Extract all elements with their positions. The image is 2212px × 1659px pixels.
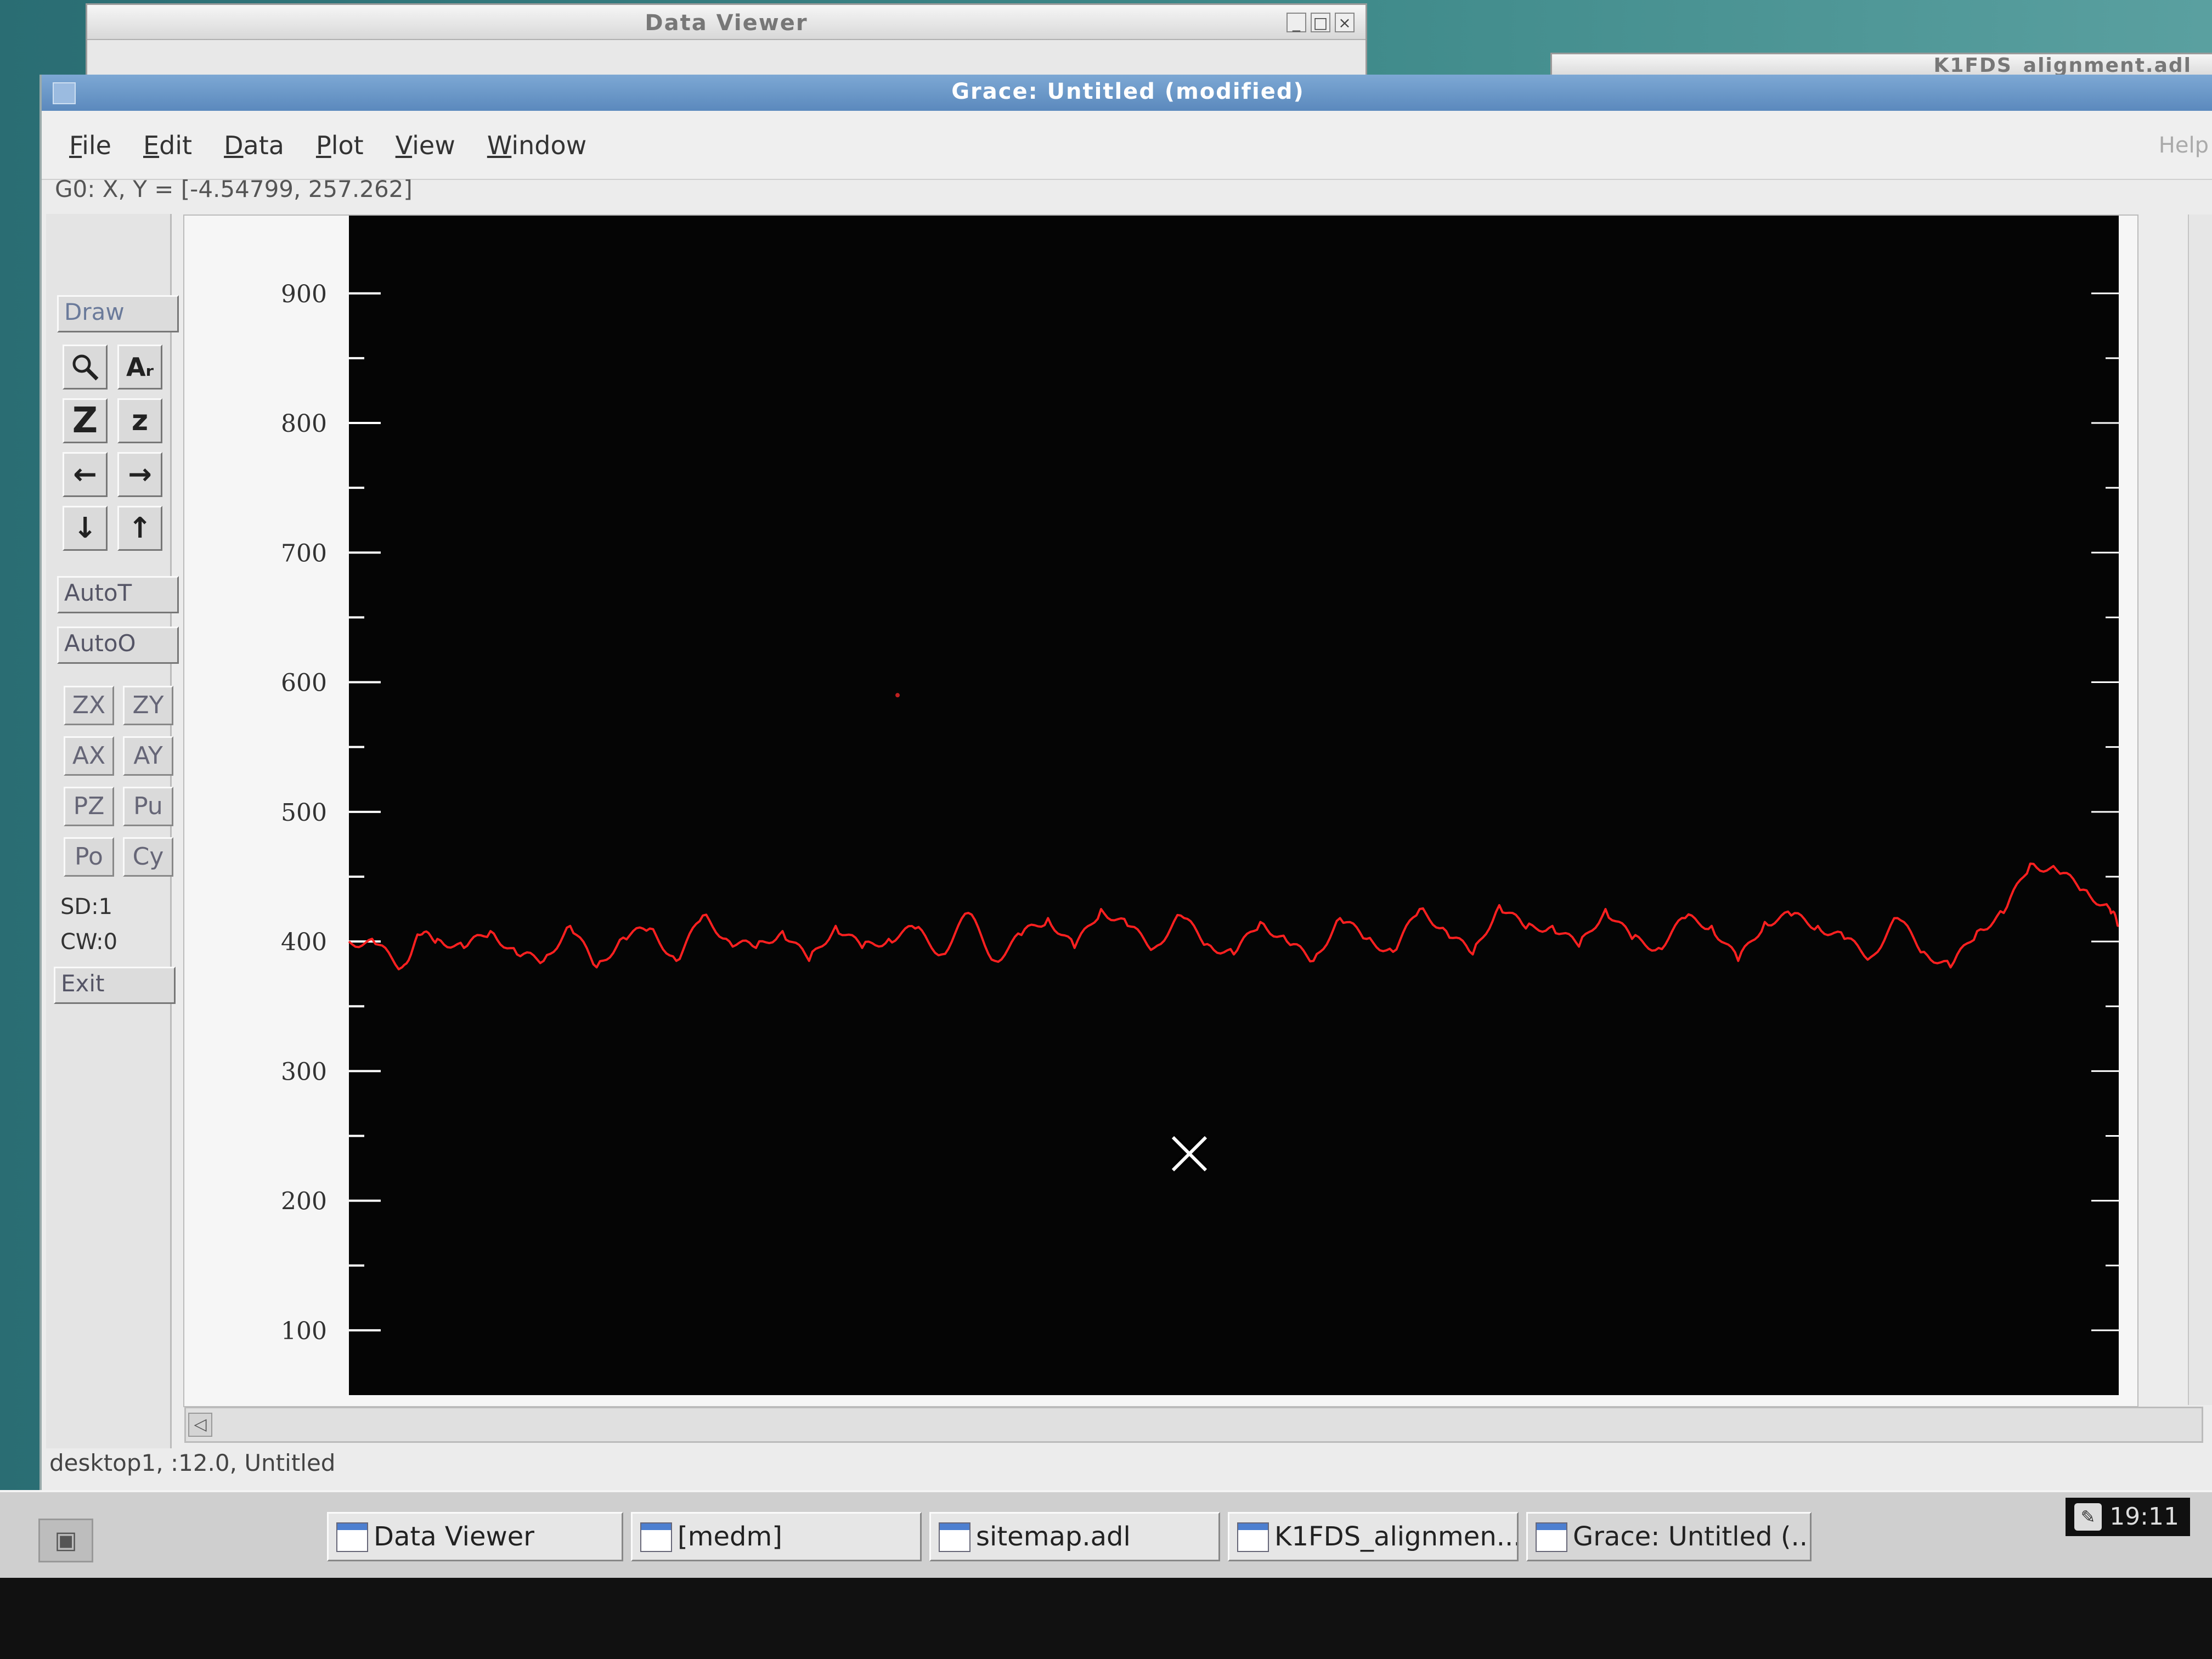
vertical-scrollbar[interactable] <box>2188 215 2212 1405</box>
exit-button[interactable]: Exit <box>54 967 176 1004</box>
menu-data[interactable]: Data <box>224 131 284 160</box>
data-viewer-titlebar[interactable]: Data Viewer _ □ × <box>87 5 1365 40</box>
menu-plot[interactable]: Plot <box>316 131 364 160</box>
system-clock[interactable]: ✎ 19:11 <box>2066 1498 2190 1536</box>
plot-svg[interactable]: 900 800 700 600 500 400 300 200 100 <box>184 216 2135 1404</box>
window-icon <box>336 1522 368 1552</box>
horizontal-scrollbar[interactable]: ◁ <box>184 1407 2203 1443</box>
scroll-up-icon[interactable]: ↑ <box>117 506 162 551</box>
tool-panel: Draw Aᵣ Z z ← → ↓ ↑ AutoT AutoO ZX ZY AX… <box>46 214 179 1448</box>
zoom-icon[interactable] <box>63 345 108 390</box>
scroll-left-icon[interactable]: ← <box>63 452 108 497</box>
y-tick-label: 100 <box>281 1317 327 1345</box>
coordinate-readout: G0: X, Y = [-4.54799, 257.262] <box>55 176 413 202</box>
chat-icon[interactable]: ✎ <box>2074 1503 2102 1531</box>
taskbar-item-label: [medm] <box>678 1521 782 1552</box>
y-tick-label: 400 <box>281 928 327 956</box>
taskbar: ▣ Data Viewer [medm] sitemap.adl K1FDS_a… <box>0 1490 2212 1580</box>
grace-main-window[interactable]: Grace: Untitled (modified) File Edit Dat… <box>40 75 2212 1490</box>
menu-bar: File Edit Data Plot View Window Help <box>42 111 2212 180</box>
ax-button[interactable]: AX <box>64 736 114 776</box>
y-tick-label: 600 <box>281 669 327 697</box>
menu-window[interactable]: Window <box>487 131 586 160</box>
annotation-marker <box>895 693 900 698</box>
data-viewer-window-controls: _ □ × <box>1286 13 1355 32</box>
taskbar-item-label: sitemap.adl <box>976 1521 1131 1552</box>
autot-button[interactable]: AutoT <box>57 576 179 613</box>
grace-titlebar[interactable]: Grace: Untitled (modified) <box>42 75 2212 111</box>
zoom-out-button[interactable]: z <box>117 398 162 443</box>
cw-status: CW:0 <box>60 929 118 955</box>
zoom-in-button[interactable]: Z <box>63 398 108 443</box>
taskbar-item-label: K1FDS_alignmen... <box>1274 1521 1519 1552</box>
autoscale-text-button[interactable]: Aᵣ <box>117 345 162 390</box>
y-tick-label: 300 <box>281 1058 327 1086</box>
scroll-right-icon[interactable]: → <box>117 452 162 497</box>
window-icon <box>939 1522 970 1552</box>
cy-button[interactable]: Cy <box>123 837 173 877</box>
y-tick-label: 500 <box>281 799 327 827</box>
taskbar-item-sitemap[interactable]: sitemap.adl <box>929 1512 1220 1561</box>
data-viewer-title: Data Viewer <box>645 10 808 36</box>
status-bar: desktop1, :12.0, Untitled <box>49 1449 336 1476</box>
draw-button[interactable]: Draw <box>57 295 179 332</box>
menu-edit[interactable]: Edit <box>143 131 192 160</box>
y-tick-label: 800 <box>281 410 327 438</box>
window-icon <box>1536 1522 1567 1552</box>
pz-button[interactable]: PZ <box>64 787 114 826</box>
po-button[interactable]: Po <box>64 837 114 877</box>
menu-file[interactable]: File <box>69 131 111 160</box>
clock-time: 19:11 <box>2109 1503 2179 1531</box>
autoo-button[interactable]: AutoO <box>57 627 179 664</box>
menu-view[interactable]: View <box>396 131 455 160</box>
taskbar-item-data-viewer[interactable]: Data Viewer <box>327 1512 623 1561</box>
taskbar-item-label: Data Viewer <box>374 1521 535 1552</box>
maximize-icon[interactable]: □ <box>1311 13 1330 32</box>
zy-button[interactable]: ZY <box>123 686 173 725</box>
taskbar-item-k1fds[interactable]: K1FDS_alignmen... <box>1228 1512 1519 1561</box>
window-icon <box>1237 1522 1269 1552</box>
taskbar-item-label: Grace: Untitled (... <box>1573 1521 1812 1552</box>
plot-canvas[interactable]: 900 800 700 600 500 400 300 200 100 <box>183 215 2138 1407</box>
pu-button[interactable]: Pu <box>123 787 173 826</box>
minimize-icon[interactable]: _ <box>1286 13 1306 32</box>
zx-button[interactable]: ZX <box>64 686 114 725</box>
plot-area <box>349 216 2119 1395</box>
start-menu-icon[interactable]: ▣ <box>38 1519 93 1562</box>
close-icon[interactable]: × <box>1335 13 1355 32</box>
scroll-down-icon[interactable]: ↓ <box>63 506 108 551</box>
window-title: Grace: Untitled (modified) <box>951 79 1305 104</box>
sd-status: SD:1 <box>60 894 113 919</box>
y-tick-label: 700 <box>281 539 327 567</box>
y-tick-label: 200 <box>281 1188 327 1216</box>
y-tick-label: 900 <box>281 280 327 308</box>
k1fds-title: K1FDS_alignment.adl <box>1933 54 2192 77</box>
taskbar-item-medm[interactable]: [medm] <box>631 1512 922 1561</box>
taskbar-item-grace[interactable]: Grace: Untitled (... <box>1526 1512 1812 1561</box>
menu-help[interactable]: Help <box>2159 133 2209 158</box>
ay-button[interactable]: AY <box>123 736 173 776</box>
window-icon <box>640 1522 672 1552</box>
screen-bezel <box>0 1578 2212 1659</box>
scroll-left-arrow-icon[interactable]: ◁ <box>188 1413 212 1437</box>
